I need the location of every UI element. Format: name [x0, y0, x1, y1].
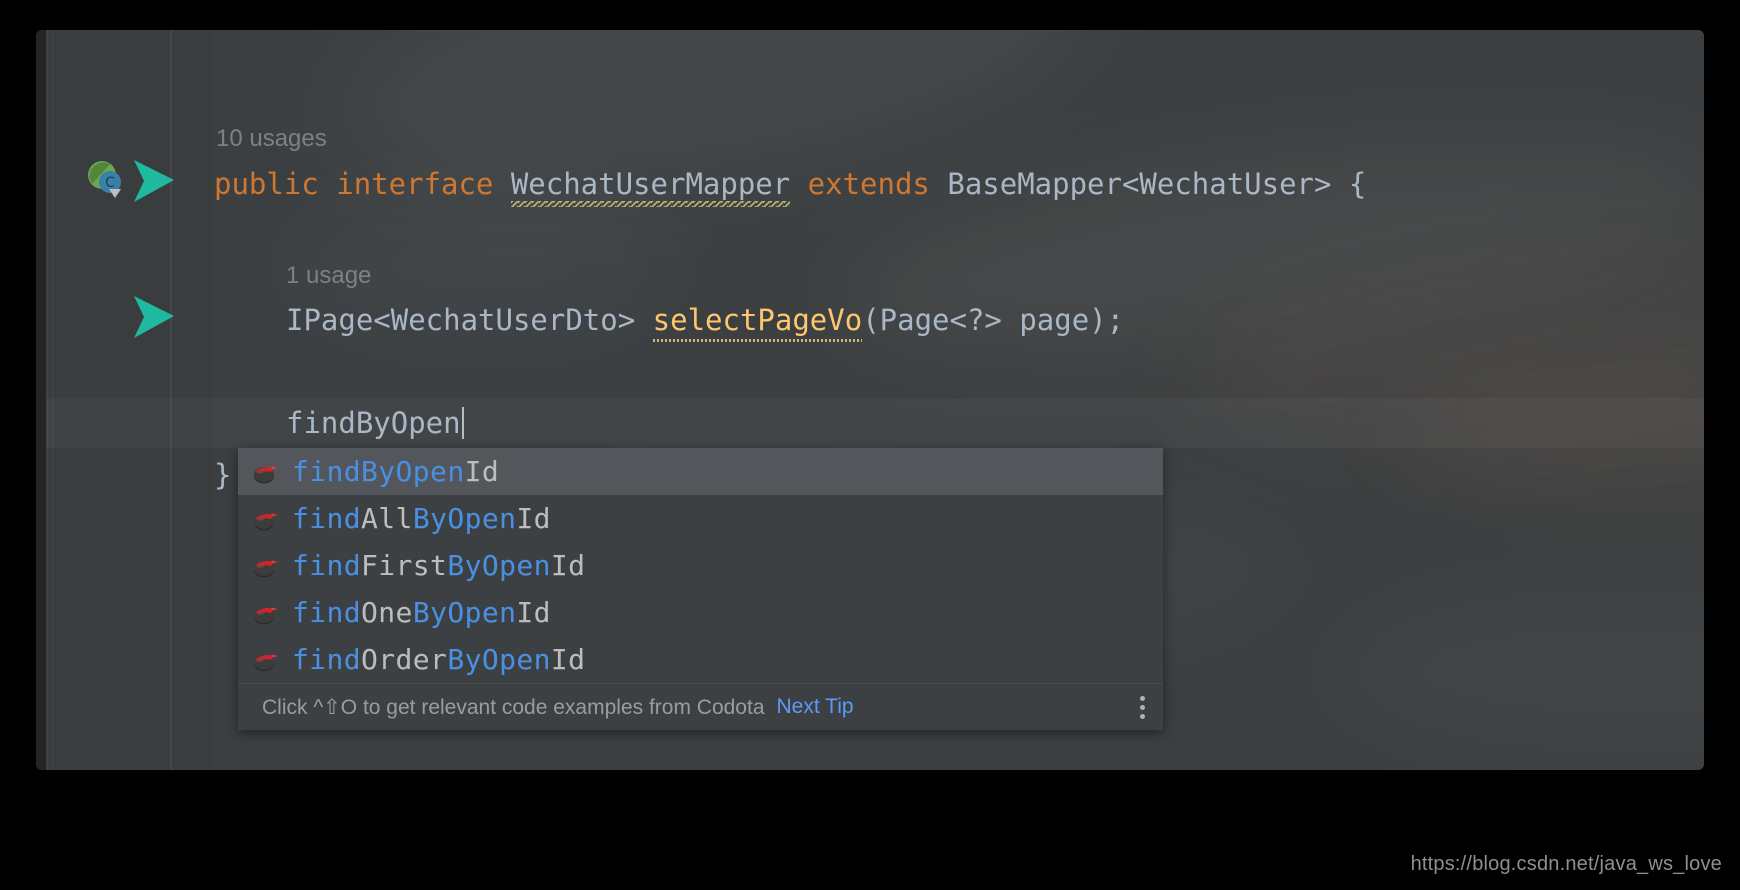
- method-icon: [254, 466, 277, 483]
- svg-text:C: C: [105, 175, 115, 191]
- typed-text-row[interactable]: findByOpen: [286, 406, 464, 440]
- typed-text-value: findByOpen: [286, 406, 461, 440]
- completion-rest-segment: Order: [361, 643, 448, 676]
- type-name-wechatusermapper[interactable]: WechatUserMapper: [511, 167, 790, 201]
- keyword-extends: extends: [807, 167, 930, 201]
- completion-item[interactable]: findFirstByOpenId: [238, 542, 1163, 589]
- completion-rest-segment: Id: [550, 643, 586, 676]
- usages-inlay-hint-method[interactable]: 1 usage: [286, 262, 371, 290]
- closing-brace: }: [214, 458, 232, 492]
- completion-rest-segment: Id: [464, 455, 500, 488]
- code-line-interface-declaration: public interface WechatUserMapper extend…: [214, 167, 1366, 201]
- completion-match-segment: ByOpen: [412, 596, 517, 629]
- method-icon: [254, 607, 277, 624]
- keyword-interface: interface: [336, 167, 494, 201]
- codota-tip-footer[interactable]: Click ^⇧O to get relevant code examples …: [238, 683, 1163, 730]
- completion-match-segment: ByOpen: [447, 549, 551, 582]
- completion-match-segment: ByOpen: [447, 643, 551, 676]
- more-options-icon[interactable]: [1139, 695, 1149, 719]
- completion-match-segment: findByOpen: [292, 455, 465, 488]
- completion-match-segment: find: [292, 643, 362, 676]
- completion-item-label: findFirstByOpenId: [292, 549, 585, 582]
- completion-rest-segment: All: [361, 502, 413, 535]
- completion-rest-segment: Id: [550, 549, 586, 582]
- completion-item-list[interactable]: findByOpenId findAllByOpenId findFirstByOp…: [238, 448, 1163, 683]
- project-tool-window-edge: [36, 30, 46, 770]
- background-blur: [825, 95, 1704, 395]
- method-name-selectpagevo[interactable]: selectPageVo: [653, 303, 863, 337]
- method-icon: [254, 560, 277, 577]
- usages-inlay-hint-class[interactable]: 10 usages: [216, 125, 327, 153]
- ide-window: C 10 usages public interface WechatUserM…: [36, 30, 1704, 770]
- caret-line-gutter-highlight: [46, 398, 214, 448]
- completion-item[interactable]: findOrderByOpenId: [238, 636, 1163, 683]
- method-icon: [254, 513, 277, 530]
- background-blur: [1314, 570, 1704, 770]
- keyword-public: public: [214, 167, 319, 201]
- completion-rest-segment: One: [361, 596, 413, 629]
- code-completion-popup[interactable]: findByOpenId findAllByOpenId findFirstByOp…: [238, 448, 1163, 730]
- screen-backdrop: C 10 usages public interface WechatUserM…: [0, 0, 1740, 890]
- method-parameters: (Page<?> page);: [862, 303, 1125, 337]
- method-icon: [254, 654, 277, 671]
- completion-item-label: findByOpenId: [292, 455, 499, 488]
- return-type-ipage: IPage<WechatUserDto>: [286, 303, 636, 337]
- supertype-basemapper: BaseMapper<WechatUser> {: [947, 167, 1367, 201]
- completion-item-label: findAllByOpenId: [292, 502, 551, 535]
- next-tip-link[interactable]: Next Tip: [777, 695, 854, 719]
- completion-item-label: findOneByOpenId: [292, 596, 551, 629]
- completion-rest-segment: First: [361, 549, 448, 582]
- completion-match-segment: ByOpen: [412, 502, 517, 535]
- completion-item[interactable]: findAllByOpenId: [238, 495, 1163, 542]
- completion-rest-segment: Id: [516, 502, 551, 535]
- completion-match-segment: find: [292, 549, 362, 582]
- implemented-method-arrow-icon[interactable]: [128, 292, 180, 342]
- code-line-method-declaration: IPage<WechatUserDto> selectPageVo(Page<?…: [286, 303, 1124, 337]
- completion-item[interactable]: findOneByOpenId: [238, 589, 1163, 636]
- text-caret: [461, 407, 464, 439]
- completion-rest-segment: Id: [516, 596, 551, 629]
- codota-tip-text: Click ^⇧O to get relevant code examples …: [262, 695, 765, 719]
- completion-match-segment: find: [292, 596, 362, 629]
- completion-match-segment: find: [292, 502, 362, 535]
- implemented-method-arrow-icon[interactable]: [128, 156, 180, 206]
- codota-gutter-icon[interactable]: C: [84, 158, 130, 204]
- completion-item-label: findOrderByOpenId: [292, 643, 585, 676]
- completion-item[interactable]: findByOpenId: [238, 448, 1163, 495]
- watermark: https://blog.csdn.net/java_ws_love: [1410, 853, 1722, 875]
